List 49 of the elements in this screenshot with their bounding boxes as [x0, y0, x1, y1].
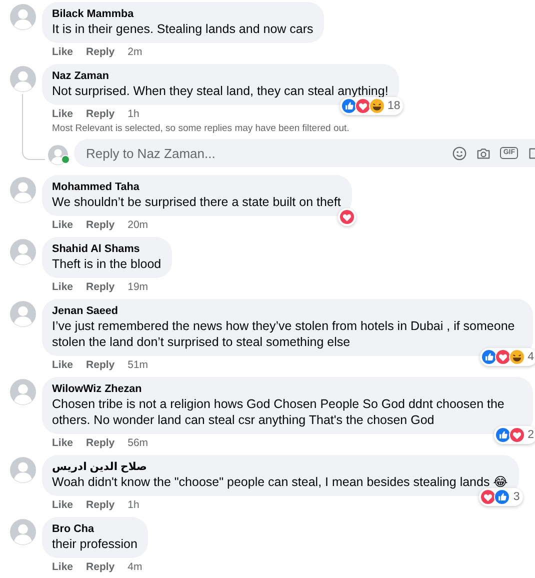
reaction-count: 2 [528, 429, 534, 441]
timestamp[interactable]: 56m [128, 436, 148, 448]
comment-text: Not surprised. When they steal land, they can steal anything! [52, 83, 388, 99]
reaction-summary[interactable]: 3 [479, 488, 523, 506]
reaction-count: 3 [513, 491, 520, 503]
timestamp[interactable]: 1h [128, 498, 140, 510]
filter-note: Most Relevant is selected, so some replies may have been filtered out. [51, 122, 350, 136]
comment-text: It is in their genes. Stealing lands and now cars [52, 21, 314, 37]
comment-text: Theft is in the blood [52, 256, 162, 272]
comment-text: their profession [52, 536, 138, 552]
action-link[interactable]: Reply [86, 280, 115, 292]
comment-text: Chosen tribe is not a religion hows God Chosen People So God ddnt choosen the others. No wonder land can steal csr anything That's the chosen God [52, 396, 506, 428]
comment-text: I’ve just remembered the news how they’ve stolen from hotels in Dubai , if someone stolen the land don’t surprised to steal something else [52, 318, 516, 350]
timestamp[interactable]: 4m [128, 560, 142, 572]
reaction-summary[interactable]: 18 [340, 97, 404, 115]
action-link[interactable]: Reply [86, 560, 115, 572]
reaction-count: 4 [528, 351, 534, 363]
comment-text: Woah didn't know the "choose" people can steal, I mean besides stealing lands 😂 [52, 474, 508, 490]
reaction-summary[interactable]: 4 [480, 348, 535, 366]
timestamp[interactable]: 1h [128, 108, 140, 120]
action-link[interactable]: Like [52, 358, 74, 370]
action-link[interactable]: Like [52, 498, 74, 510]
action-link[interactable]: Like [52, 436, 74, 448]
comment-text: We shouldn’t be surprised there a state built on theft [52, 194, 341, 210]
author-name[interactable]: Mohammed Taha [52, 180, 341, 194]
author-name[interactable]: Bilack Mammba [52, 7, 314, 21]
author-name[interactable]: WilowWiz Zhezan [52, 382, 522, 396]
action-link[interactable]: Reply [86, 218, 115, 230]
reaction-summary[interactable]: 2 [494, 426, 535, 444]
action-link[interactable]: Like [52, 280, 74, 292]
action-link[interactable]: Like [52, 218, 74, 230]
author-name[interactable]: صلاح الدين ادريس [52, 460, 508, 474]
action-link[interactable]: Like [52, 560, 74, 572]
action-link[interactable]: Reply [86, 498, 115, 510]
timestamp[interactable]: 20m [128, 218, 148, 230]
timestamp[interactable]: 51m [128, 358, 148, 370]
action-link[interactable]: Like [52, 46, 74, 58]
action-link[interactable]: Reply [86, 108, 115, 120]
timestamp[interactable]: 19m [128, 280, 148, 292]
reaction-count: 18 [388, 100, 400, 112]
action-link[interactable]: Reply [86, 358, 115, 370]
author-name[interactable]: Naz Zaman [52, 69, 388, 83]
author-name[interactable]: Bro Cha [52, 522, 138, 536]
timestamp[interactable]: 2m [128, 46, 142, 58]
action-link[interactable]: Like [52, 108, 74, 120]
author-name[interactable]: Shahid Al Shams [52, 242, 162, 256]
author-name[interactable]: Jenan Saeed [52, 304, 522, 318]
action-link[interactable]: Reply [86, 46, 115, 58]
action-link[interactable]: Reply [86, 436, 115, 448]
